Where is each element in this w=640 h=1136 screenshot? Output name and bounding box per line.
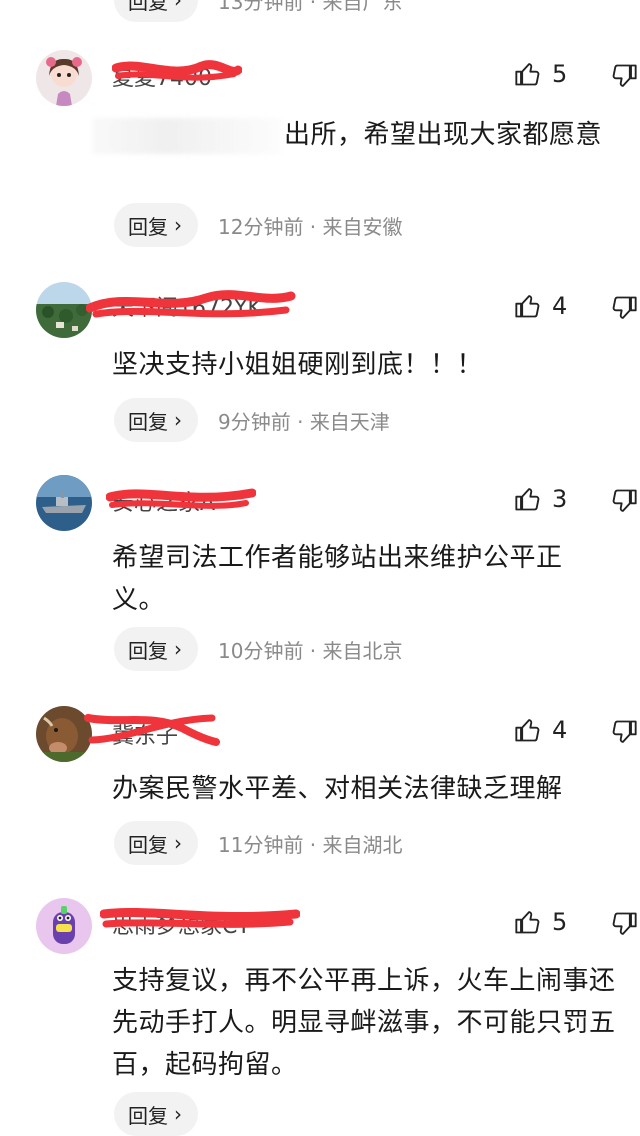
avatar[interactable] [36,475,92,531]
thumbs-up-icon [515,488,540,511]
thumbs-down-icon [612,720,637,743]
reply-label: 回复 [128,214,168,239]
avatar[interactable] [36,898,92,954]
chevron-right-icon: › [174,0,182,12]
reply-row: 回复 › 12分钟前 · 来自安徽 [114,203,403,247]
thumbs-down-icon [612,296,637,319]
chevron-right-icon: › [174,1102,182,1126]
avatar-girl-image [36,50,92,106]
thumbs-down-icon [612,912,637,935]
comment-text: 支持复议，再不公平再上诉，火车上闹事还先动手打人。明显寻衅滋事，不可能只罚五百，… [112,966,616,1080]
username[interactable]: 思雨梦想家CY [100,907,300,940]
chevron-right-icon: › [174,831,182,855]
reply-label: 回复 [128,0,168,14]
avatar-ship-image [36,475,92,531]
reply-row: 回复 › [114,1092,198,1136]
comment-text: 希望司法工作者能够站出来维护公平正义。 [112,543,563,615]
avatar-landscape-image [36,282,92,338]
dislike-button[interactable] [610,294,638,326]
comment-meta: 9分钟前 · 来自天津 [218,409,390,434]
like-count: 4 [552,716,568,744]
blurred-text-region [92,118,282,154]
reply-row: 回复 › 10分钟前 · 来自北京 [114,627,403,671]
like-button[interactable]: 4 [514,292,567,320]
avatar[interactable] [36,282,92,338]
like-count: 5 [552,908,568,936]
thumbs-down-icon [612,64,637,87]
thumbs-up-icon [515,295,540,318]
username[interactable]: 天下间1672YK [86,290,296,322]
thumbs-up-icon [515,63,540,86]
reply-button[interactable]: 回复 › [114,398,198,442]
like-count: 5 [552,60,568,88]
reply-button[interactable]: 回复 › [114,1092,198,1136]
like-button[interactable]: 5 [514,60,567,88]
comment-meta: 11分钟前 · 来自湖北 [218,832,403,857]
thumbs-up-icon [515,911,540,934]
reply-row: 回复 › 9分钟前 · 来自天津 [114,398,390,442]
chevron-right-icon: › [174,408,182,432]
username[interactable]: 安心之家A [106,485,256,517]
like-count: 3 [552,485,568,513]
reply-label: 回复 [128,409,168,434]
reply-label: 回复 [128,638,168,663]
avatar-cartoon-image [36,898,92,954]
like-button[interactable]: 4 [514,716,567,744]
username[interactable]: 夏夏7400 [112,60,242,92]
reply-button[interactable]: 回复 › [114,0,198,22]
thumbs-up-icon [515,719,540,742]
avatar-cow-image [36,706,92,762]
chevron-right-icon: › [174,213,182,237]
comment-meta: 10分钟前 · 来自北京 [218,638,403,663]
thumbs-down-icon [612,489,637,512]
reply-label: 回复 [128,832,168,857]
comment-meta: 13分钟前 · 来自广东 [218,0,403,14]
reply-label: 回复 [128,1103,168,1128]
comment-meta: 12分钟前 · 来自安徽 [218,214,403,239]
username[interactable]: 冀东子 [84,714,220,750]
dislike-button[interactable] [610,910,638,942]
like-count: 4 [552,292,568,320]
dislike-button[interactable] [610,487,638,519]
reply-button[interactable]: 回复 › [114,627,198,671]
comment-text: 办案民警水平差、对相关法律缺乏理解 [112,774,563,804]
reply-row: 回复 › 11分钟前 · 来自湖北 [114,821,403,865]
reply-button[interactable]: 回复 › [114,821,198,865]
top-partial-reply-row: 回复 › 13分钟前 · 来自广东 [114,0,403,22]
like-button[interactable]: 5 [514,908,567,936]
chevron-right-icon: › [174,637,182,661]
dislike-button[interactable] [610,62,638,94]
comment-text: 出所，希望出现大家都愿意 [284,120,603,150]
avatar[interactable] [36,706,92,762]
reply-button[interactable]: 回复 › [114,203,198,247]
comment-text: 坚决支持小姐姐硬刚到底！！！ [112,350,484,380]
like-button[interactable]: 3 [514,485,567,513]
dislike-button[interactable] [610,718,638,750]
avatar[interactable] [36,50,92,106]
